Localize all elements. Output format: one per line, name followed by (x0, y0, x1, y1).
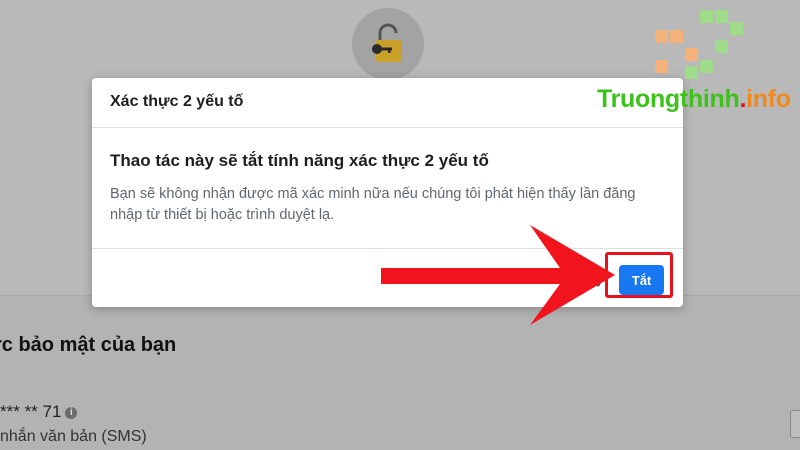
watermark-part2: info (746, 85, 791, 113)
watermark-text: Truongthinh.info (597, 85, 791, 114)
watermark-part1: Truongthinh (597, 85, 740, 113)
watermark-logo-icon (655, 10, 743, 79)
